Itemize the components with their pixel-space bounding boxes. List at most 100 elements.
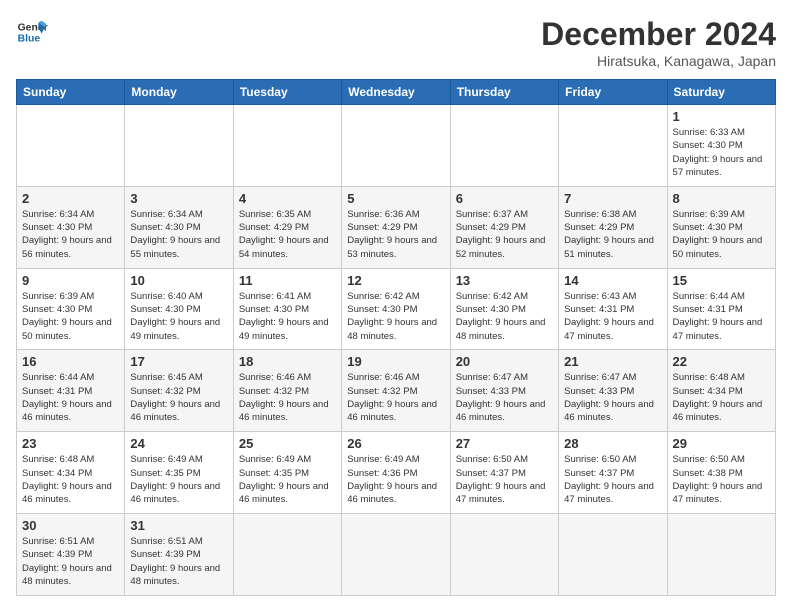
day-info: Sunrise: 6:44 AMSunset: 4:31 PMDaylight:… (673, 290, 770, 343)
day-number: 14 (564, 273, 661, 288)
calendar-day-cell: 31 Sunrise: 6:51 AMSunset: 4:39 PMDayligh… (125, 514, 233, 596)
day-number: 19 (347, 354, 444, 369)
day-info: Sunrise: 6:51 AMSunset: 4:39 PMDaylight:… (22, 535, 119, 588)
day-number: 29 (673, 436, 770, 451)
day-number: 24 (130, 436, 227, 451)
calendar-week-row: 30 Sunrise: 6:51 AMSunset: 4:39 PMDayligh… (17, 514, 776, 596)
day-number: 12 (347, 273, 444, 288)
calendar-day-cell: 8Sunrise: 6:39 AMSunset: 4:30 PMDaylight… (667, 186, 775, 268)
calendar-day-cell: 2 Sunrise: 6:34 AMSunset: 4:30 PMDaylight… (17, 186, 125, 268)
day-number: 28 (564, 436, 661, 451)
day-number: 22 (673, 354, 770, 369)
calendar-week-row: 16 Sunrise: 6:44 AMSunset: 4:31 PMDayligh… (17, 350, 776, 432)
calendar-day-cell: 30 Sunrise: 6:51 AMSunset: 4:39 PMDayligh… (17, 514, 125, 596)
day-info: Sunrise: 6:50 AMSunset: 4:37 PMDaylight:… (564, 453, 661, 506)
calendar-day-cell (559, 105, 667, 187)
day-number: 9 (22, 273, 119, 288)
day-number: 31 (130, 518, 227, 533)
day-info: Sunrise: 6:49 AMSunset: 4:35 PMDaylight:… (239, 453, 336, 506)
calendar-day-cell: 23Sunrise: 6:48 AMSunset: 4:34 PMDayligh… (17, 432, 125, 514)
day-info: Sunrise: 6:38 AMSunset: 4:29 PMDaylight:… (564, 208, 661, 261)
calendar-day-header: Wednesday (342, 80, 450, 105)
day-number: 7 (564, 191, 661, 206)
calendar-day-cell: 11Sunrise: 6:41 AMSunset: 4:30 PMDayligh… (233, 268, 341, 350)
day-info: Sunrise: 6:37 AMSunset: 4:29 PMDaylight:… (456, 208, 553, 261)
calendar-day-cell: 28 Sunrise: 6:50 AMSunset: 4:37 PMDayligh… (559, 432, 667, 514)
day-info: Sunrise: 6:45 AMSunset: 4:32 PMDaylight:… (130, 371, 227, 424)
day-number: 20 (456, 354, 553, 369)
calendar-day-cell (450, 105, 558, 187)
day-number: 18 (239, 354, 336, 369)
calendar-day-cell: 12Sunrise: 6:42 AMSunset: 4:30 PMDayligh… (342, 268, 450, 350)
day-number: 10 (130, 273, 227, 288)
calendar-day-cell (559, 514, 667, 596)
calendar-day-cell (667, 514, 775, 596)
calendar-day-cell: 14 Sunrise: 6:43 AMSunset: 4:31 PMDayligh… (559, 268, 667, 350)
day-info: Sunrise: 6:35 AMSunset: 4:29 PMDaylight:… (239, 208, 336, 261)
calendar-day-cell (233, 514, 341, 596)
day-info: Sunrise: 6:48 AMSunset: 4:34 PMDaylight:… (22, 453, 119, 506)
day-info: Sunrise: 6:49 AMSunset: 4:35 PMDaylight:… (130, 453, 227, 506)
day-info: Sunrise: 6:47 AMSunset: 4:33 PMDaylight:… (564, 371, 661, 424)
day-number: 4 (239, 191, 336, 206)
calendar-day-cell: 3 Sunrise: 6:34 AMSunset: 4:30 PMDaylight… (125, 186, 233, 268)
day-info: Sunrise: 6:36 AMSunset: 4:29 PMDaylight:… (347, 208, 444, 261)
day-number: 3 (130, 191, 227, 206)
calendar-day-cell: 17Sunrise: 6:45 AMSunset: 4:32 PMDayligh… (125, 350, 233, 432)
day-info: Sunrise: 6:46 AMSunset: 4:32 PMDaylight:… (347, 371, 444, 424)
day-info: Sunrise: 6:50 AMSunset: 4:37 PMDaylight:… (456, 453, 553, 506)
calendar-table: SundayMondayTuesdayWednesdayThursdayFrid… (16, 79, 776, 596)
day-number: 15 (673, 273, 770, 288)
day-info: Sunrise: 6:51 AMSunset: 4:39 PMDaylight:… (130, 535, 227, 588)
day-number: 2 (22, 191, 119, 206)
day-number: 16 (22, 354, 119, 369)
day-number: 6 (456, 191, 553, 206)
calendar-day-header: Monday (125, 80, 233, 105)
calendar-day-cell: 21Sunrise: 6:47 AMSunset: 4:33 PMDayligh… (559, 350, 667, 432)
day-info: Sunrise: 6:34 AMSunset: 4:30 PMDaylight:… (130, 208, 227, 261)
calendar-day-cell: 7 Sunrise: 6:38 AMSunset: 4:29 PMDaylight… (559, 186, 667, 268)
day-number: 27 (456, 436, 553, 451)
day-number: 30 (22, 518, 119, 533)
day-info: Sunrise: 6:49 AMSunset: 4:36 PMDaylight:… (347, 453, 444, 506)
day-number: 26 (347, 436, 444, 451)
day-number: 13 (456, 273, 553, 288)
day-info: Sunrise: 6:39 AMSunset: 4:30 PMDaylight:… (22, 290, 119, 343)
calendar-day-cell (342, 105, 450, 187)
calendar-day-cell (17, 105, 125, 187)
calendar-day-cell: 1Sunrise: 6:33 AMSunset: 4:30 PMDaylight… (667, 105, 775, 187)
calendar-day-cell: 20Sunrise: 6:47 AMSunset: 4:33 PMDayligh… (450, 350, 558, 432)
calendar-week-row: 23Sunrise: 6:48 AMSunset: 4:34 PMDayligh… (17, 432, 776, 514)
day-info: Sunrise: 6:34 AMSunset: 4:30 PMDaylight:… (22, 208, 119, 261)
header: General Blue December 2024 Hiratsuka, Ka… (16, 16, 776, 69)
day-info: Sunrise: 6:50 AMSunset: 4:38 PMDaylight:… (673, 453, 770, 506)
calendar-day-cell: 29 Sunrise: 6:50 AMSunset: 4:38 PMDayligh… (667, 432, 775, 514)
calendar-day-cell (342, 514, 450, 596)
svg-text:Blue: Blue (18, 34, 41, 45)
calendar-day-header: Saturday (667, 80, 775, 105)
day-info: Sunrise: 6:40 AMSunset: 4:30 PMDaylight:… (130, 290, 227, 343)
page: General Blue December 2024 Hiratsuka, Ka… (0, 0, 792, 612)
calendar-day-cell: 24 Sunrise: 6:49 AMSunset: 4:35 PMDayligh… (125, 432, 233, 514)
day-number: 8 (673, 191, 770, 206)
calendar-day-cell: 6 Sunrise: 6:37 AMSunset: 4:29 PMDaylight… (450, 186, 558, 268)
calendar-day-cell: 13 Sunrise: 6:42 AMSunset: 4:30 PMDayligh… (450, 268, 558, 350)
calendar-day-cell (233, 105, 341, 187)
calendar-day-cell: 4 Sunrise: 6:35 AMSunset: 4:29 PMDaylight… (233, 186, 341, 268)
calendar-day-header: Thursday (450, 80, 558, 105)
day-info: Sunrise: 6:44 AMSunset: 4:31 PMDaylight:… (22, 371, 119, 424)
calendar-week-row: 2 Sunrise: 6:34 AMSunset: 4:30 PMDaylight… (17, 186, 776, 268)
calendar-day-cell: 18Sunrise: 6:46 AMSunset: 4:32 PMDayligh… (233, 350, 341, 432)
day-number: 11 (239, 273, 336, 288)
day-number: 5 (347, 191, 444, 206)
calendar-week-row: 9 Sunrise: 6:39 AMSunset: 4:30 PMDaylight… (17, 268, 776, 350)
day-info: Sunrise: 6:33 AMSunset: 4:30 PMDaylight:… (673, 126, 770, 179)
calendar-day-cell: 10 Sunrise: 6:40 AMSunset: 4:30 PMDayligh… (125, 268, 233, 350)
calendar-day-cell: 25 Sunrise: 6:49 AMSunset: 4:35 PMDayligh… (233, 432, 341, 514)
calendar-day-cell: 5 Sunrise: 6:36 AMSunset: 4:29 PMDaylight… (342, 186, 450, 268)
calendar-day-cell: 16 Sunrise: 6:44 AMSunset: 4:31 PMDayligh… (17, 350, 125, 432)
day-number: 25 (239, 436, 336, 451)
day-info: Sunrise: 6:43 AMSunset: 4:31 PMDaylight:… (564, 290, 661, 343)
calendar-week-row: 1Sunrise: 6:33 AMSunset: 4:30 PMDaylight… (17, 105, 776, 187)
day-info: Sunrise: 6:42 AMSunset: 4:30 PMDaylight:… (456, 290, 553, 343)
